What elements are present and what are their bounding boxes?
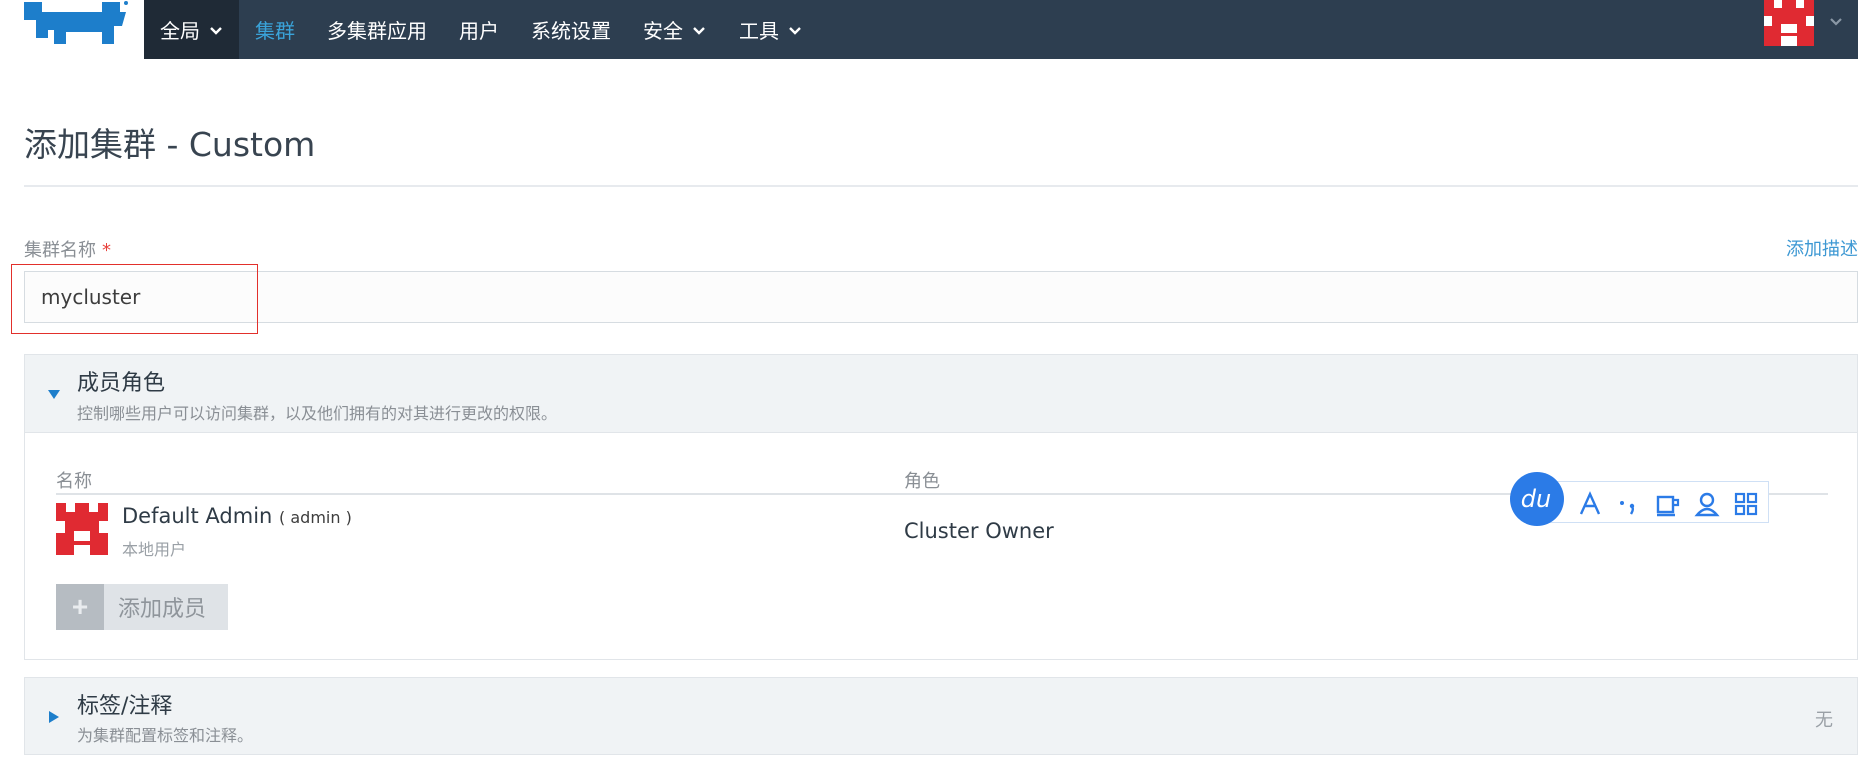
user-avatar-icon[interactable] xyxy=(1764,0,1814,46)
nav-multi-cluster-apps[interactable]: 多集群应用 xyxy=(311,0,443,59)
member-avatar-icon xyxy=(56,503,108,555)
labels-status: 无 xyxy=(1815,710,1833,731)
member-name: Default Admin ( admin ) xyxy=(122,504,352,528)
nav-global[interactable]: 全局 xyxy=(144,0,239,59)
column-header-name: 名称 xyxy=(56,471,92,492)
cup-icon[interactable] xyxy=(1655,491,1681,517)
member-display-name: Default Admin xyxy=(122,504,273,528)
user-icon[interactable] xyxy=(1694,491,1720,517)
member-roles-description: 控制哪些用户可以访问集群，以及他们拥有的对其进行更改的权限。 xyxy=(77,404,558,423)
triangle-down-icon xyxy=(48,390,60,399)
cluster-name-label: 集群名称 * xyxy=(24,236,111,262)
nav-clusters-label: 集群 xyxy=(255,19,295,43)
column-header-role: 角色 xyxy=(904,471,940,492)
du-logo-icon[interactable]: du xyxy=(1510,472,1564,526)
cluster-name-input[interactable] xyxy=(24,271,1858,323)
labels-annotations-title: 标签/注释 xyxy=(77,694,173,719)
nav-security[interactable]: 安全 xyxy=(627,0,723,59)
nav-settings[interactable]: 系统设置 xyxy=(515,0,627,59)
member-role[interactable]: Cluster Owner xyxy=(904,519,1054,543)
font-icon[interactable] xyxy=(1577,491,1603,517)
required-mark: * xyxy=(102,240,111,261)
du-logo-text: du xyxy=(1521,485,1551,513)
page-title: 添加集群 - Custom xyxy=(24,125,316,164)
grid-icon[interactable] xyxy=(1733,491,1759,517)
nav-users-label: 用户 xyxy=(459,19,499,43)
chevron-down-icon xyxy=(210,26,222,35)
labels-annotations-description: 为集群配置标签和注释。 xyxy=(77,726,254,745)
punctuation-icon[interactable] xyxy=(1616,491,1642,517)
member-roles-title: 成员角色 xyxy=(77,371,166,396)
member-login: ( admin ) xyxy=(279,508,352,527)
nav-users[interactable]: 用户 xyxy=(443,0,515,59)
nav-global-label: 全局 xyxy=(160,19,200,43)
top-navigation: 全局 集群 多集群应用 用户 系统设置 安全 工具 xyxy=(144,0,1858,59)
du-logo-glyph: du xyxy=(1521,485,1551,513)
chevron-down-icon[interactable] xyxy=(1828,13,1844,29)
cluster-name-label-text: 集群名称 xyxy=(24,240,96,261)
labels-annotations-section-header[interactable]: 标签/注释 为集群配置标签和注释。 无 xyxy=(24,677,1858,755)
plus-icon: + xyxy=(56,584,104,630)
add-member-label: 添加成员 xyxy=(118,596,207,621)
triangle-right-icon xyxy=(49,711,59,723)
member-type: 本地用户 xyxy=(122,540,187,559)
nav-clusters[interactable]: 集群 xyxy=(239,0,311,59)
member-roles-body: 名称 角色 Default Admin ( admin ) 本地用户 Clust… xyxy=(24,433,1858,660)
nav-tools-label: 工具 xyxy=(739,19,779,43)
nav-multi-cluster-apps-label: 多集群应用 xyxy=(327,19,427,43)
title-divider xyxy=(24,185,1858,187)
nav-settings-label: 系统设置 xyxy=(531,19,611,43)
add-member-button[interactable]: + 添加成员 xyxy=(56,584,228,630)
add-description-link[interactable]: 添加描述 xyxy=(1786,235,1858,261)
chevron-down-icon xyxy=(789,26,801,35)
rancher-logo[interactable] xyxy=(22,0,128,48)
nav-tools[interactable]: 工具 xyxy=(723,0,819,59)
nav-security-label: 安全 xyxy=(643,19,683,43)
member-roles-section-header[interactable]: 成员角色 控制哪些用户可以访问集群，以及他们拥有的对其进行更改的权限。 xyxy=(24,354,1858,433)
chevron-down-icon xyxy=(693,26,705,35)
